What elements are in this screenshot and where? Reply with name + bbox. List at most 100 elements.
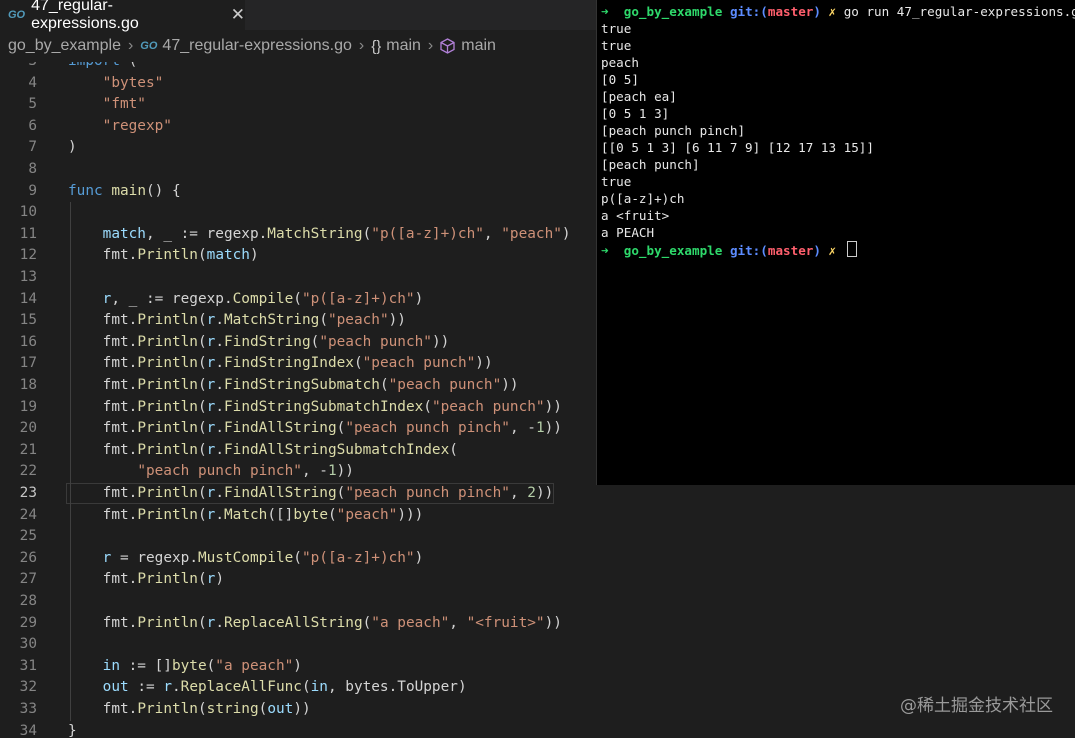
line-number: 20 xyxy=(19,420,37,437)
terminal-output-line: peach xyxy=(601,55,639,70)
code-text: match, _ := regexp.MatchString("p([a-z]+… xyxy=(102,225,571,242)
code-text: fmt.Println(r) xyxy=(102,571,224,588)
line-number: 26 xyxy=(19,549,37,566)
code-line[interactable]: 27 fmt.Println(r) xyxy=(0,569,1075,591)
code-text: r = regexp.MustCompile("p([a-z]+)ch") xyxy=(102,549,424,566)
cube-icon xyxy=(440,38,455,54)
code-line[interactable]: 28 xyxy=(0,591,1075,613)
line-number: 5 xyxy=(28,96,37,113)
code-text: fmt.Println(r.MatchString("peach")) xyxy=(102,312,406,329)
terminal-cursor xyxy=(846,241,857,257)
line-number: 19 xyxy=(19,398,37,415)
line-number: 6 xyxy=(28,117,37,134)
line-number: 21 xyxy=(19,441,37,458)
terminal-output-line: a <fruit> xyxy=(601,208,670,223)
code-text: "bytes" xyxy=(102,74,164,91)
code-text: fmt.Println(r.FindStringIndex("peach pun… xyxy=(102,355,493,372)
terminal-output-line: [peach punch] xyxy=(601,157,700,172)
code-text: fmt.Println(r.FindString("peach punch")) xyxy=(102,333,450,350)
line-number: 14 xyxy=(19,290,37,307)
chevron-right-icon: › xyxy=(127,37,134,54)
chevron-right-icon: › xyxy=(358,37,365,54)
code-text: fmt.Println(r.FindAllString("peach punch… xyxy=(102,420,562,437)
code-text: ) xyxy=(68,139,77,156)
line-number: 16 xyxy=(19,333,37,350)
code-line[interactable]: 29 fmt.Println(r.ReplaceAllString("a pea… xyxy=(0,613,1075,635)
line-number: 15 xyxy=(19,312,37,329)
code-text: } xyxy=(68,722,77,738)
line-number: 12 xyxy=(19,247,37,264)
line-number: 29 xyxy=(19,614,37,631)
breadcrumb-file[interactable]: 47_regular-expressions.go xyxy=(162,37,351,55)
code-text: fmt.Println(r.FindStringSubmatchIndex("p… xyxy=(102,398,562,415)
terminal-output-line: true xyxy=(601,174,632,189)
chevron-right-icon: › xyxy=(427,37,434,54)
line-number: 27 xyxy=(19,571,37,588)
prompt-arrow-icon: ➜ xyxy=(601,4,609,19)
line-number: 32 xyxy=(19,679,37,696)
code-line[interactable]: 26 r = regexp.MustCompile("p([a-z]+)ch") xyxy=(0,548,1075,570)
line-number: 8 xyxy=(28,161,37,177)
terminal-panel[interactable]: ➜ go_by_example git:(master) ✗ go run 47… xyxy=(596,0,1075,485)
line-number: 13 xyxy=(19,269,37,285)
code-text: fmt.Println(r.Match([]byte("peach"))) xyxy=(102,506,424,523)
code-text: fmt.Println(r.FindStringSubmatch("peach … xyxy=(102,377,519,393)
go-file-icon: GO xyxy=(140,40,158,52)
terminal-output-line: [0 5 1 3] xyxy=(601,106,670,121)
code-text: "regexp" xyxy=(102,117,172,134)
code-text: fmt.Println(string(out)) xyxy=(102,701,311,717)
breadcrumb-function-main[interactable]: main xyxy=(461,37,496,55)
terminal-output-line: [0 5] xyxy=(601,72,639,87)
line-number: 3 xyxy=(0,62,37,73)
code-text: fmt.Println(r.ReplaceAllString("a peach"… xyxy=(102,614,562,631)
code-text: fmt.Println(match) xyxy=(102,247,259,264)
terminal-output-line: [peach ea] xyxy=(601,89,677,104)
line-number: 17 xyxy=(19,355,37,372)
line-number: 11 xyxy=(19,225,37,242)
code-text: in := []byte("a peach") xyxy=(102,657,302,674)
breadcrumb-folder[interactable]: go_by_example xyxy=(8,37,121,55)
line-number: 25 xyxy=(19,528,37,545)
terminal-output-line: [peach punch pinch] xyxy=(601,123,746,138)
breadcrumb-symbol-main[interactable]: main xyxy=(386,37,421,55)
code-text: fmt.Println(r.FindAllStringSubmatchIndex… xyxy=(102,441,458,458)
terminal-output-line: p([a-z]+)ch xyxy=(601,191,685,206)
code-text: r, _ := regexp.Compile("p([a-z]+)ch") xyxy=(102,290,424,307)
terminal-prompt-line: ➜ go_by_example git:(master) ✗ go run 47… xyxy=(601,4,1075,19)
terminal-output-line: a PEACH xyxy=(601,225,655,240)
tab-title: 47_regular-expressions.go xyxy=(31,0,139,32)
line-number: 34 xyxy=(19,722,37,738)
terminal-output-line: true xyxy=(601,21,632,36)
indent-guide xyxy=(70,202,71,721)
line-number: 7 xyxy=(28,139,37,156)
line-number: 28 xyxy=(19,593,37,609)
prompt-arrow-icon: ➜ xyxy=(601,243,609,258)
watermark: @稀土掘金技术社区 xyxy=(900,696,1053,716)
line-number: 23 xyxy=(19,485,37,501)
line-number: 33 xyxy=(19,701,37,717)
code-line[interactable]: 31 in := []byte("a peach") xyxy=(0,656,1075,678)
code-text: "peach punch pinch", -1)) xyxy=(137,463,354,480)
line-number: 31 xyxy=(19,657,37,674)
line-number: 24 xyxy=(19,506,37,523)
line-number: 4 xyxy=(28,74,37,91)
code-line[interactable]: 34} xyxy=(0,721,1075,738)
close-icon[interactable]: ✕ xyxy=(231,5,245,25)
code-line[interactable]: 23 fmt.Println(r.FindAllString("peach pu… xyxy=(0,483,1075,505)
code-text: "fmt" xyxy=(102,96,146,113)
terminal-output-line: true xyxy=(601,38,632,53)
code-text: out := r.ReplaceAllFunc(in, bytes.ToUppe… xyxy=(102,679,467,696)
line-number: 18 xyxy=(19,377,37,393)
code-line[interactable]: 24 fmt.Println(r.Match([]byte("peach"))) xyxy=(0,505,1075,527)
namespace-braces-icon: {} xyxy=(371,37,382,55)
terminal-prompt-line[interactable]: ➜ go_by_example git:(master) ✗ xyxy=(601,241,857,259)
line-number: 22 xyxy=(19,463,37,480)
tab-regular-expressions[interactable]: GO 47_regular-expressions.go ✕ xyxy=(0,0,245,32)
line-number: 9 xyxy=(28,182,37,199)
line-number: 10 xyxy=(19,204,37,221)
code-line[interactable]: 30 xyxy=(0,634,1075,656)
terminal-output-line: [[0 5 1 3] [6 11 7 9] [12 17 13 15]] xyxy=(601,140,874,155)
code-text: import ( xyxy=(68,62,137,73)
code-text: func main() { xyxy=(68,182,181,199)
code-line[interactable]: 25 xyxy=(0,526,1075,548)
